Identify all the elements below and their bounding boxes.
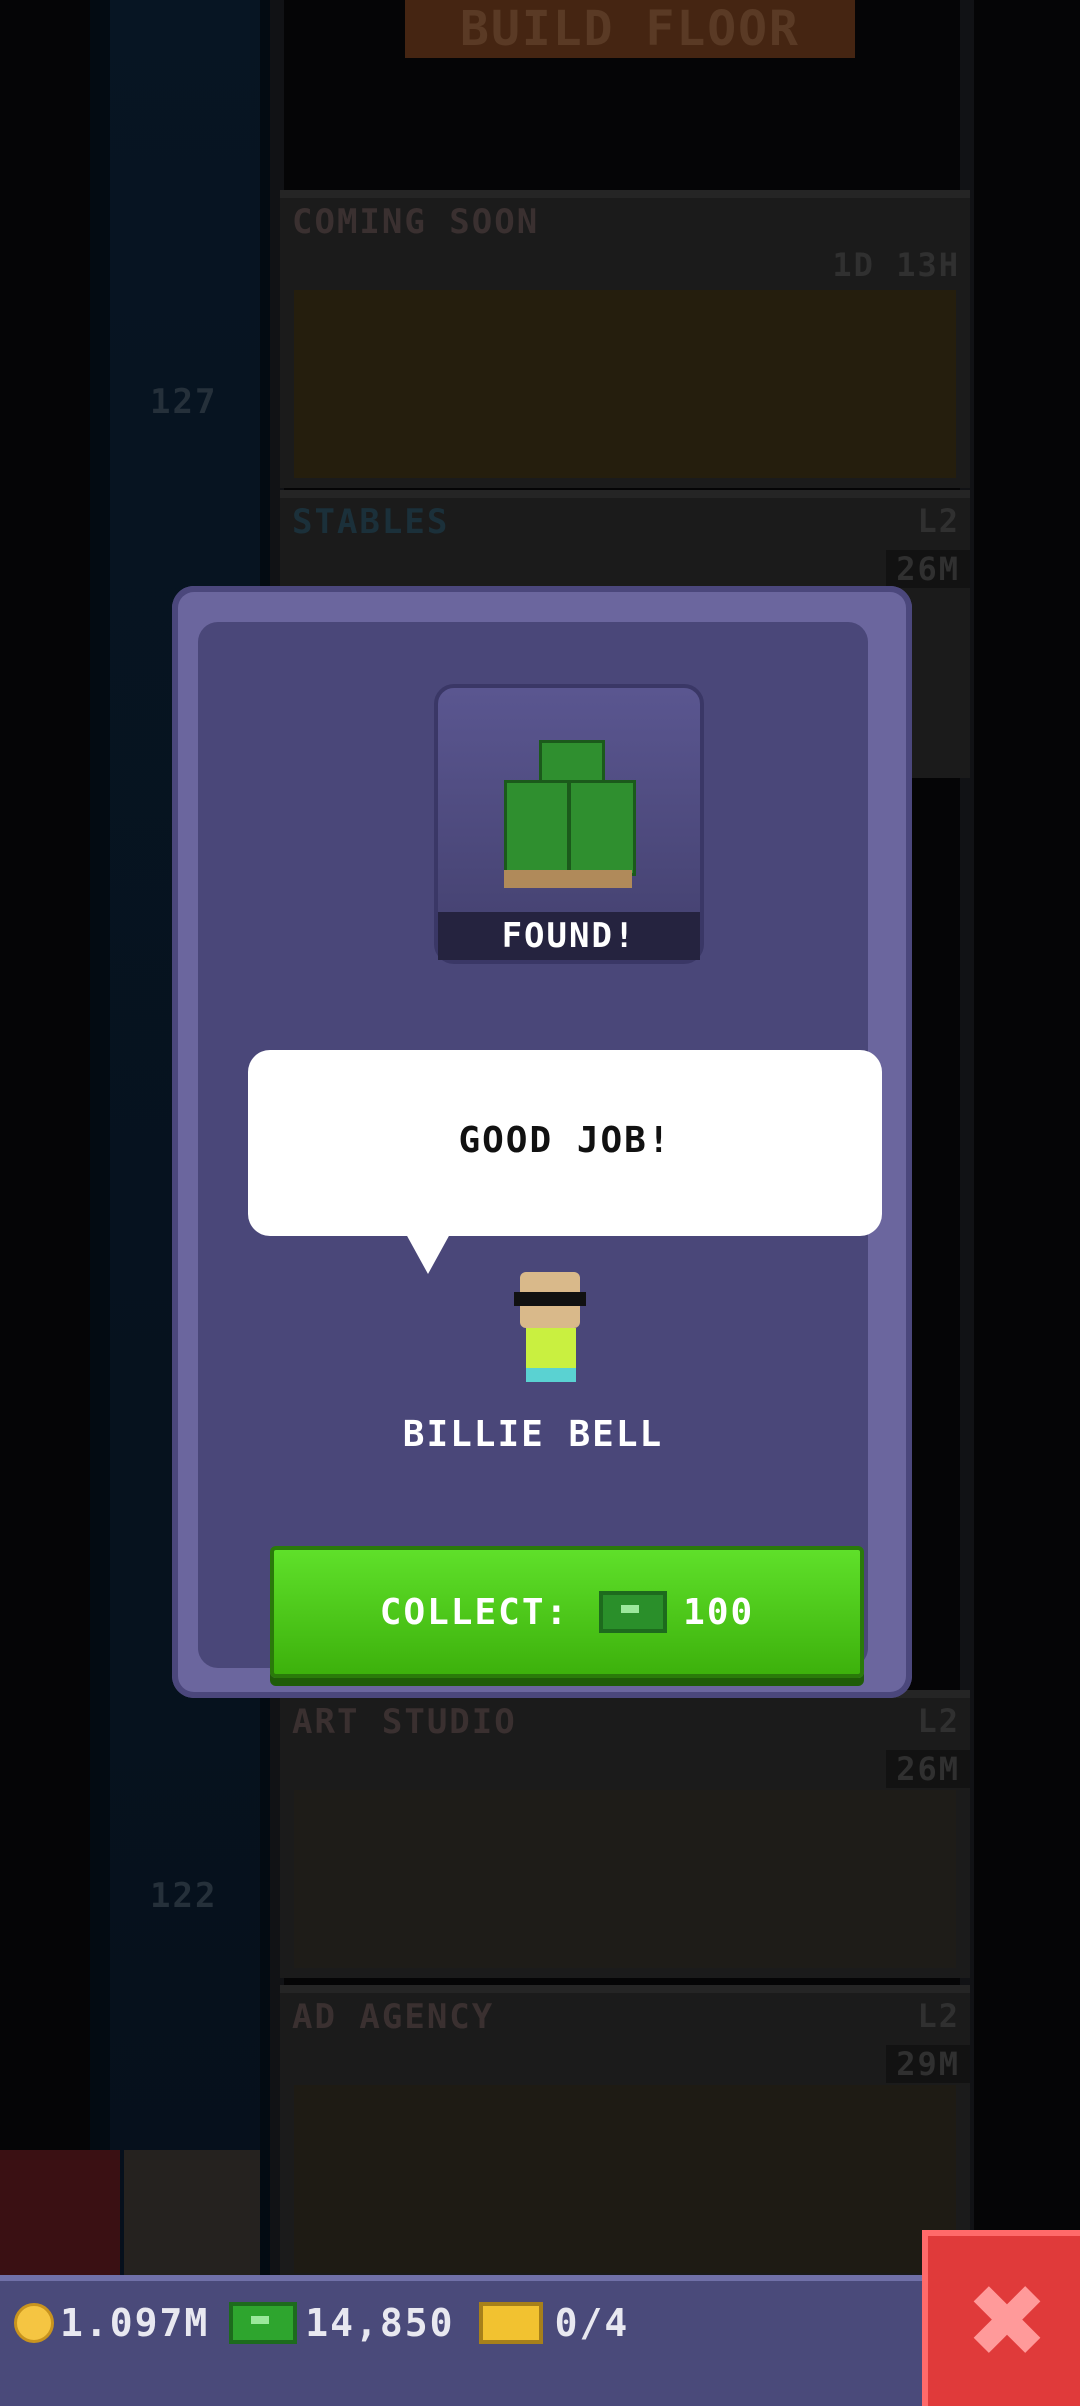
bux-icon — [599, 1591, 668, 1633]
speech-bubble: GOOD JOB! — [248, 1050, 882, 1236]
coins-count: 1.097M — [60, 2301, 210, 2345]
ticket-icon — [478, 2302, 543, 2344]
character-name: BILLIE BELL — [402, 1414, 664, 1455]
bux-count: 14,850 — [305, 2301, 455, 2345]
collect-label: COLLECT: — [379, 1591, 570, 1633]
coin-icon — [14, 2303, 54, 2343]
collect-button[interactable]: COLLECT: 100 — [270, 1546, 864, 1678]
bux-stack-icon — [504, 740, 636, 890]
found-item-frame: FOUND! — [434, 684, 704, 964]
bux-icon — [229, 2302, 298, 2344]
collect-amount: 100 — [683, 1591, 755, 1633]
dialog-panel: FOUND! GOOD JOB! BILLIE BELL COLLECT: 10… — [198, 622, 882, 1678]
character-avatar — [504, 1272, 594, 1402]
found-label: FOUND! — [438, 912, 700, 960]
speech-text: GOOD JOB! — [458, 1120, 672, 1161]
found-reward-dialog: FOUND! GOOD JOB! BILLIE BELL COLLECT: 10… — [172, 586, 912, 1698]
speech-bubble-tail — [406, 1234, 450, 1274]
status-bar: 1.097M 14,850 0/4 — [0, 2275, 1080, 2406]
close-button[interactable]: ✖ — [922, 2230, 1080, 2406]
tickets-count: 0/4 — [554, 2301, 630, 2345]
close-icon: ✖ — [965, 2262, 1049, 2380]
